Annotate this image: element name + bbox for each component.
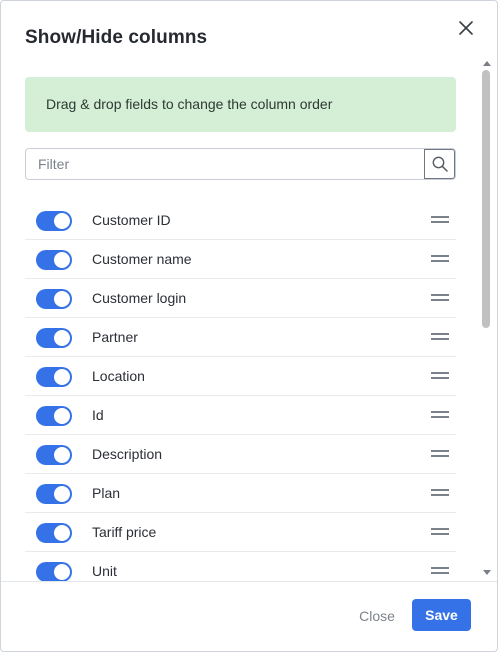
column-label: Location bbox=[92, 368, 145, 384]
column-row: Id bbox=[25, 396, 456, 435]
scroll-up-arrow-icon[interactable] bbox=[483, 61, 491, 66]
column-label: Customer name bbox=[92, 251, 192, 267]
column-row: Plan bbox=[25, 474, 456, 513]
drag-handle-icon[interactable] bbox=[431, 372, 449, 380]
column-row: Partner bbox=[25, 318, 456, 357]
save-button[interactable]: Save bbox=[412, 599, 471, 631]
column-label: Plan bbox=[92, 485, 121, 501]
column-row: Description bbox=[25, 435, 456, 474]
dialog-footer: Close Save bbox=[1, 581, 497, 651]
drag-handle-icon[interactable] bbox=[431, 255, 449, 263]
drag-handle-icon[interactable] bbox=[431, 528, 449, 536]
close-icon[interactable] bbox=[453, 15, 479, 41]
column-label: Partner bbox=[92, 329, 138, 345]
scroll-thumb[interactable] bbox=[482, 70, 490, 328]
column-label: Tariff price bbox=[92, 524, 157, 540]
column-row: Unit bbox=[25, 552, 456, 581]
drag-handle-icon[interactable] bbox=[431, 567, 449, 575]
column-toggle[interactable] bbox=[36, 211, 72, 231]
column-toggle[interactable] bbox=[36, 289, 72, 309]
info-banner: Drag & drop fields to change the column … bbox=[25, 77, 456, 132]
column-row: Tariff price bbox=[25, 513, 456, 552]
column-toggle[interactable] bbox=[36, 406, 72, 426]
column-label: Unit bbox=[92, 563, 117, 579]
column-row: Customer login bbox=[25, 279, 456, 318]
search-icon bbox=[432, 156, 448, 172]
column-toggle[interactable] bbox=[36, 484, 72, 504]
filter-box bbox=[25, 148, 456, 180]
column-row: Location bbox=[25, 357, 456, 396]
column-row: Customer ID bbox=[25, 201, 456, 240]
column-toggle[interactable] bbox=[36, 367, 72, 387]
column-toggle[interactable] bbox=[36, 250, 72, 270]
vertical-scrollbar[interactable] bbox=[481, 61, 493, 581]
dialog-title: Show/Hide columns bbox=[25, 27, 208, 48]
drag-handle-icon[interactable] bbox=[431, 216, 449, 224]
dialog-body: Drag & drop fields to change the column … bbox=[1, 61, 497, 581]
column-toggle[interactable] bbox=[36, 328, 72, 348]
drag-handle-icon[interactable] bbox=[431, 333, 449, 341]
column-toggle[interactable] bbox=[36, 445, 72, 465]
search-button[interactable] bbox=[424, 149, 455, 179]
scroll-down-arrow-icon[interactable] bbox=[483, 570, 491, 575]
column-label: Description bbox=[92, 446, 163, 462]
column-row: Customer name bbox=[25, 240, 456, 279]
column-label: Customer ID bbox=[92, 212, 171, 228]
show-hide-columns-dialog: Show/Hide columns Drag & drop fields to … bbox=[0, 0, 498, 652]
drag-handle-icon[interactable] bbox=[431, 411, 449, 419]
close-button[interactable]: Close bbox=[347, 600, 407, 632]
drag-handle-icon[interactable] bbox=[431, 450, 449, 458]
column-label: Id bbox=[92, 407, 104, 423]
column-label: Customer login bbox=[92, 290, 187, 306]
drag-handle-icon[interactable] bbox=[431, 489, 449, 497]
drag-handle-icon[interactable] bbox=[431, 294, 449, 302]
filter-input[interactable] bbox=[26, 149, 424, 179]
column-toggle[interactable] bbox=[36, 523, 72, 543]
column-list: Customer ID Customer name Customer login… bbox=[25, 201, 456, 581]
column-toggle[interactable] bbox=[36, 562, 72, 581]
